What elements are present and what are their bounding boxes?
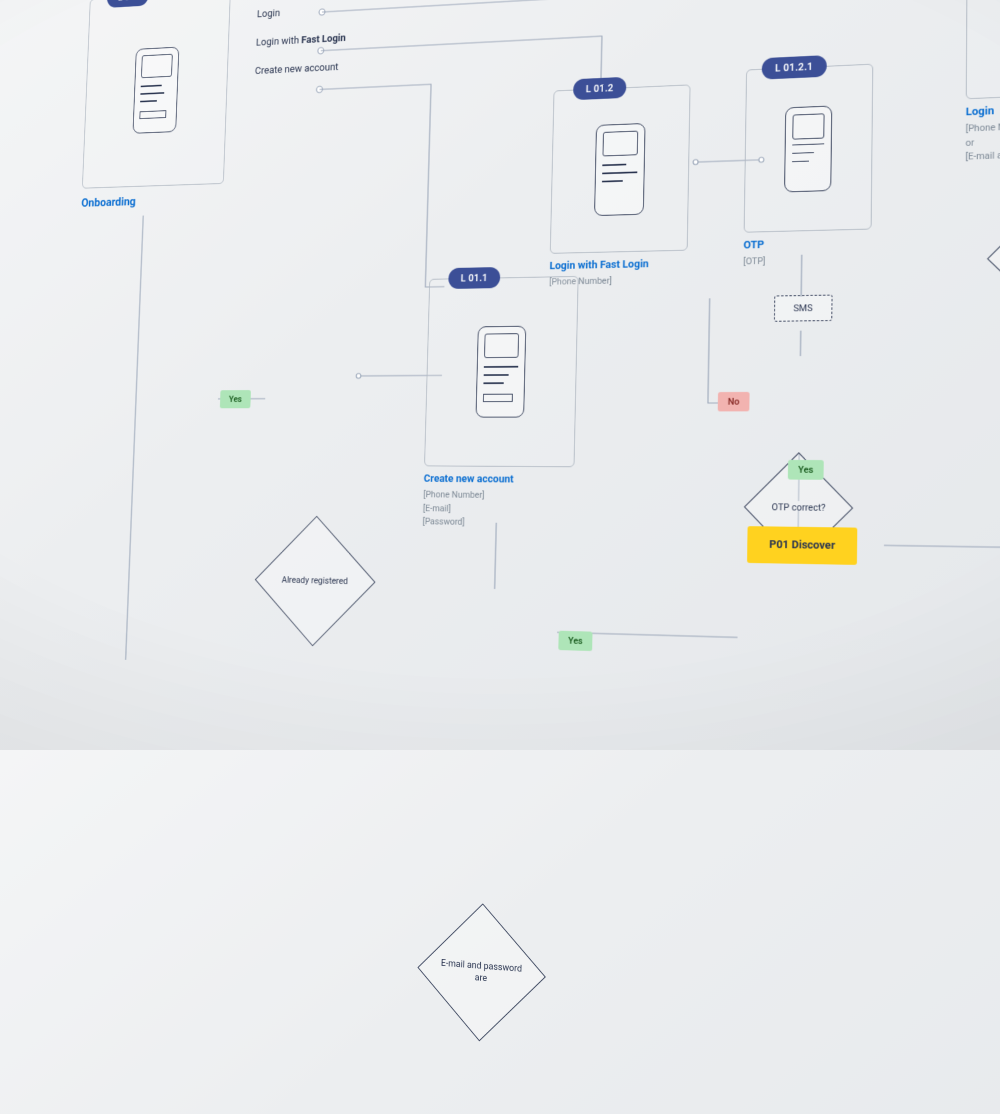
phone-icon — [133, 47, 180, 134]
screen-fields: [Phone Number] [E-mail] [Password] — [422, 488, 580, 531]
decision-email-valid: E-mail and password are valid? — [991, 205, 1000, 311]
badge: L 01.2.1 — [762, 55, 827, 80]
screen-onboarding: L 0.1 Onboarding — [81, 0, 243, 210]
screen-title: Create new account — [424, 473, 581, 487]
phone-icon — [476, 326, 527, 418]
screen-login: L 01.03 Login [Phone Number] or [E-mail … — [965, 0, 1000, 164]
no-chip: No — [718, 392, 750, 411]
option-list: Login Login with Fast Login Create new a… — [254, 4, 347, 94]
screen-title: Onboarding — [81, 191, 236, 210]
screen-fast-login: L 01.2 Login with Fast Login [Phone Numb… — [549, 84, 697, 289]
badge: L 01.2 — [573, 77, 626, 100]
yes-chip: Yes — [220, 390, 251, 408]
badge-onboarding: L 0.1 — [107, 0, 149, 8]
screen-create-account: L 01.1 Create new account [Phone Number]… — [422, 276, 585, 531]
screen-title: Login with Fast Login — [549, 257, 694, 272]
decision-email-pw-partial: E-mail and password are — [420, 904, 543, 1041]
option-login: Login — [257, 4, 347, 21]
phone-icon — [784, 105, 832, 192]
phone-icon — [594, 123, 645, 216]
badge: L 01.1 — [448, 267, 500, 289]
yes-chip: Yes — [558, 631, 592, 651]
option-create-account: Create new account — [255, 61, 345, 77]
target-discover: P01 Discover — [747, 535, 857, 553]
option-fast-login: Login with Fast Login — [256, 32, 346, 48]
screen-title: OTP — [743, 236, 878, 252]
decision-already-registered: Already registered — [257, 520, 373, 644]
screen-title: Login — [966, 100, 1000, 119]
sms-node: SMS — [774, 298, 832, 315]
screen-otp: L 01.2.1 OTP [OTP] — [743, 63, 880, 269]
screen-fields: [OTP] — [743, 252, 878, 269]
yes-chip: Yes — [788, 460, 824, 480]
screen-fields: [Phone Number] or [E-mail address] — [965, 116, 1000, 164]
